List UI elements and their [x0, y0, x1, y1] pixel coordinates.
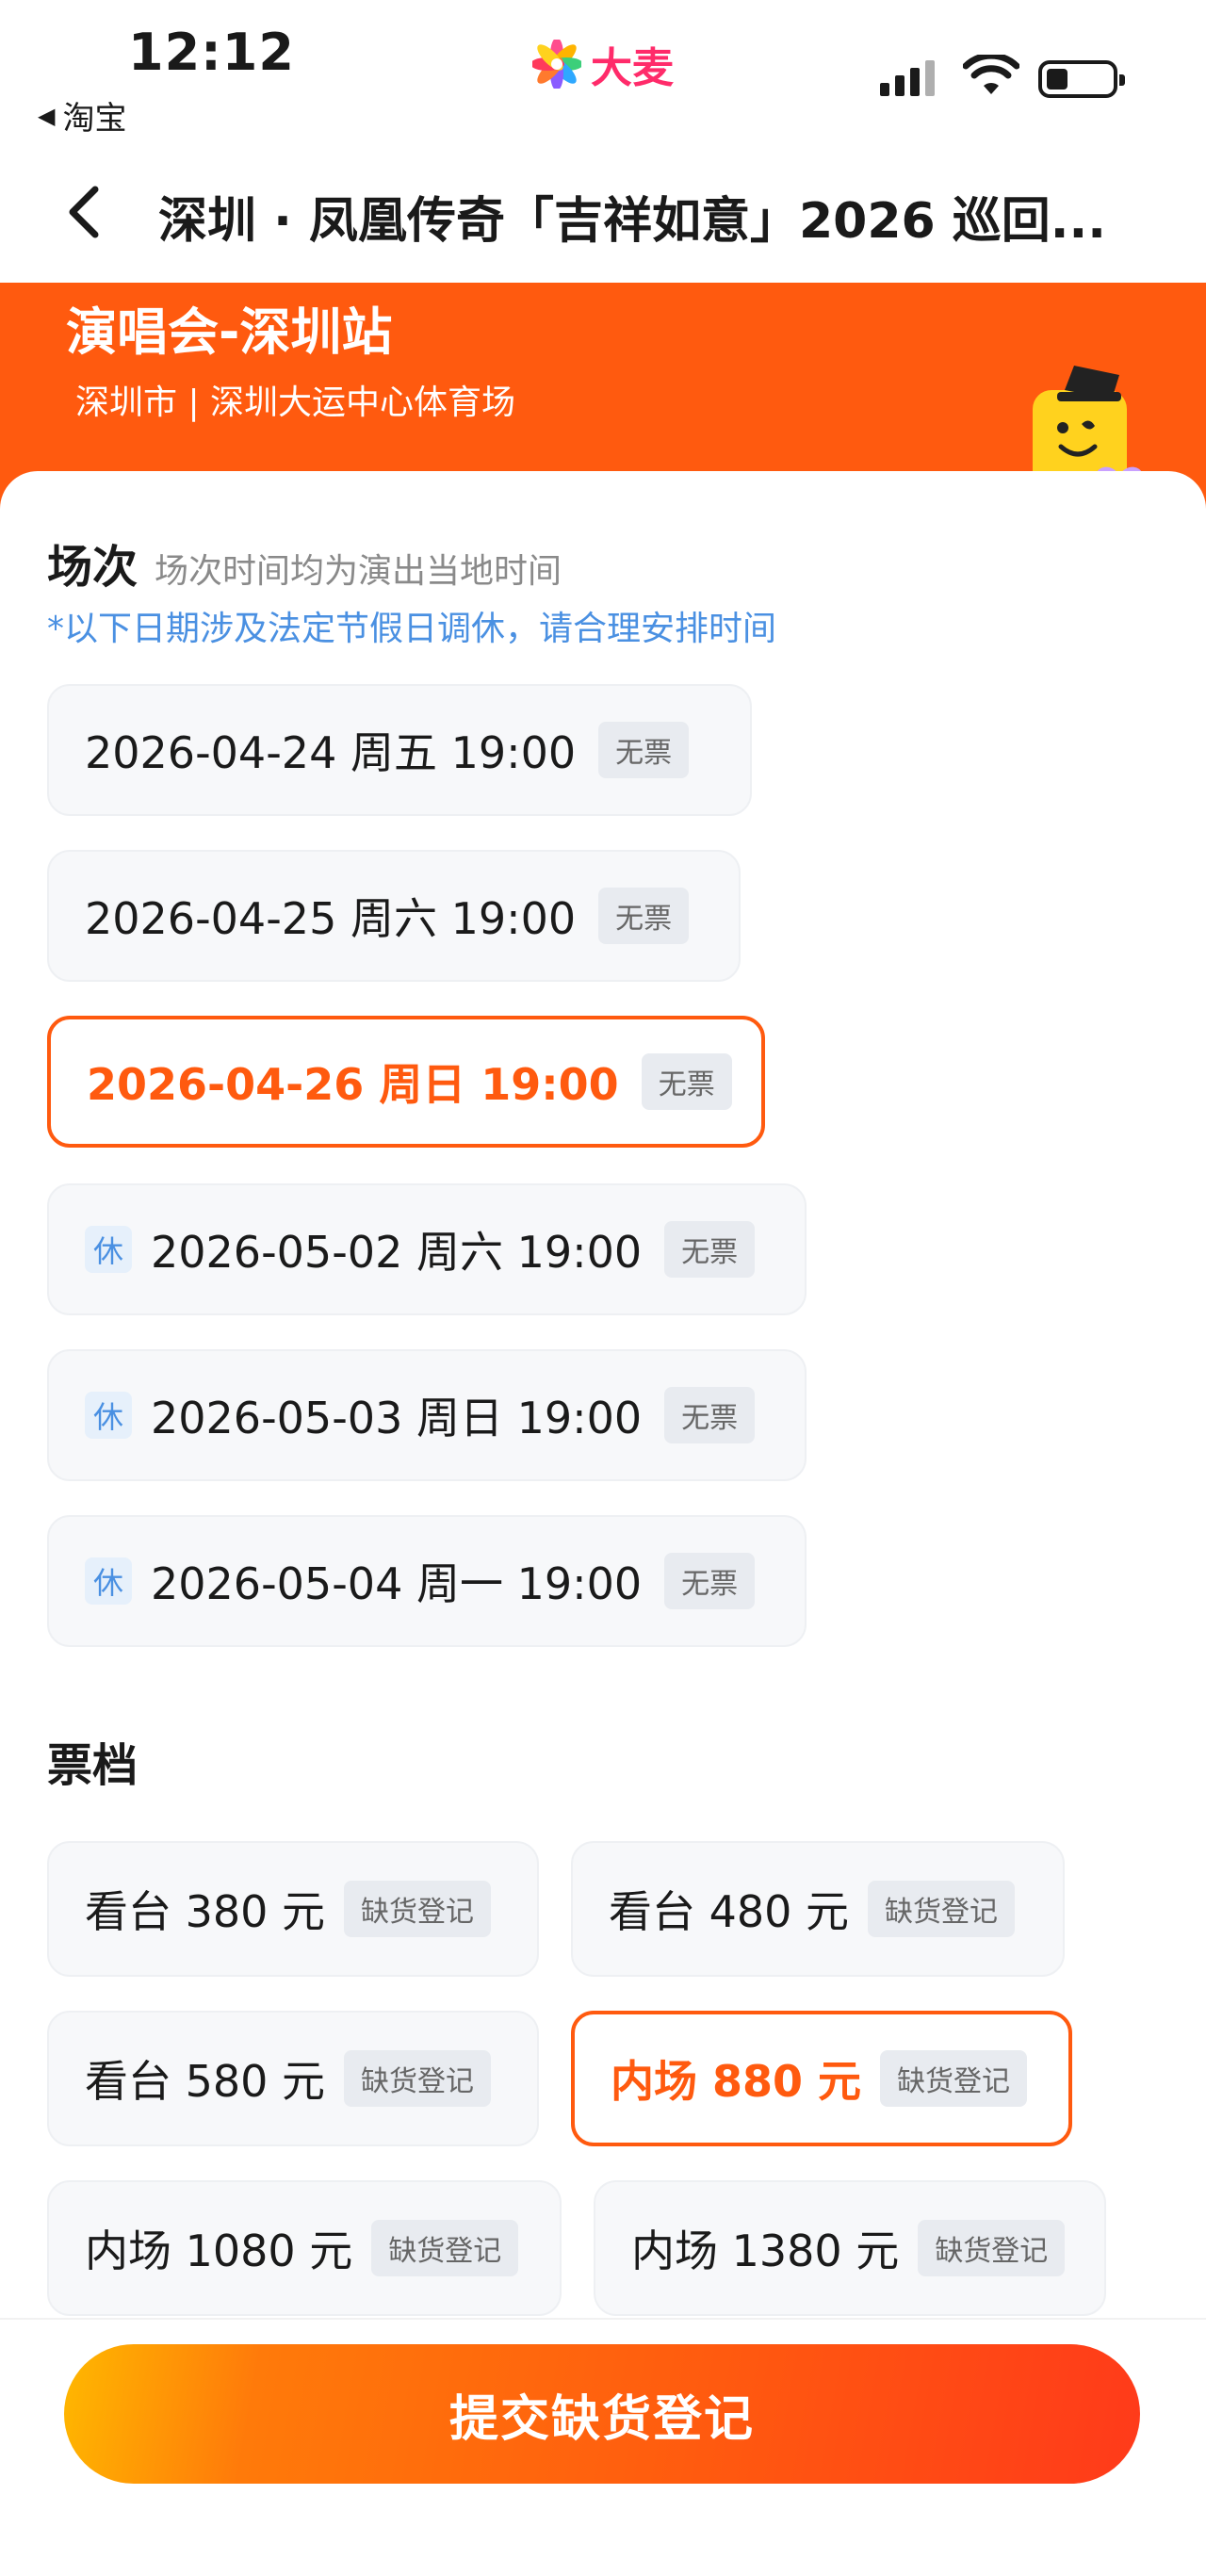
back-button[interactable]	[60, 179, 107, 245]
nav-bar: 深圳 · 凤凰传奇「吉祥如意」2026 巡回...	[0, 141, 1206, 283]
tier-label: 看台 580 元	[85, 2056, 326, 2107]
tier-option[interactable]: 内场 1380 元 缺货登记	[594, 2180, 1106, 2316]
waitlist-badge: 缺货登记	[880, 2050, 1028, 2107]
session-label: 2026-04-26 周日 19:00	[87, 1059, 619, 1110]
flower-logo-icon	[532, 40, 581, 89]
selection-sheet: 场次 场次时间均为演出当地时间 *以下日期涉及法定节假日调休，请合理安排时间 2…	[0, 471, 1206, 2318]
holiday-note: *以下日期涉及法定节假日调休，请合理安排时间	[47, 610, 777, 648]
session-option[interactable]: 2026-04-24 周五 19:00 无票	[47, 684, 752, 816]
page-title: 深圳 · 凤凰传奇「吉祥如意」2026 巡回...	[158, 193, 1107, 250]
status-badge: 无票	[664, 1221, 756, 1278]
status-badge: 无票	[664, 1553, 756, 1609]
status-badge: 无票	[664, 1387, 756, 1443]
tier-label: 内场 1080 元	[85, 2225, 353, 2276]
waitlist-badge: 缺货登记	[344, 1881, 492, 1937]
holiday-tag: 休	[85, 1392, 132, 1439]
logo-text: 大麦	[591, 44, 674, 92]
waitlist-badge: 缺货登记	[344, 2050, 492, 2107]
tier-option[interactable]: 看台 480 元 缺货登记	[571, 1841, 1065, 1977]
session-option[interactable]: 休 2026-05-02 周六 19:00 无票	[47, 1183, 807, 1315]
battery-icon	[1038, 60, 1125, 98]
session-label: 2026-04-25 周六 19:00	[85, 893, 577, 944]
tier-option[interactable]: 看台 380 元 缺货登记	[47, 1841, 539, 1977]
tier-label: 看台 480 元	[609, 1886, 850, 1937]
session-label: 2026-04-24 周五 19:00	[85, 727, 577, 778]
submit-waitlist-button[interactable]: 提交缺货登记	[64, 2344, 1140, 2484]
tier-option[interactable]: 内场 1080 元 缺货登记	[47, 2180, 562, 2316]
tier-label: 内场 1380 元	[631, 2225, 900, 2276]
status-bar: 12:12 ◀ 淘宝 大麦	[0, 0, 1206, 141]
holiday-tag: 休	[85, 1226, 132, 1273]
back-triangle-icon: ◀	[38, 102, 56, 129]
tiers-title: 票档	[47, 1739, 139, 1792]
session-label: 2026-05-04 周一 19:00	[151, 1558, 643, 1609]
tiers-header: 票档	[47, 1728, 138, 1794]
back-to-app-link[interactable]: ◀ 淘宝	[38, 92, 126, 139]
status-badge: 无票	[598, 888, 690, 944]
back-app-label: 淘宝	[62, 100, 127, 138]
sessions-note: 场次时间均为演出当地时间	[155, 552, 562, 591]
event-title: 演唱会-深圳站	[66, 302, 393, 362]
status-badge: 无票	[598, 722, 690, 778]
tier-label: 内场 880 元	[611, 2056, 862, 2107]
sessions-title: 场次	[47, 541, 139, 594]
session-option[interactable]: 休 2026-05-03 周日 19:00 无票	[47, 1349, 807, 1481]
session-option[interactable]: 2026-04-25 周六 19:00 无票	[47, 850, 741, 982]
event-venue: 深圳市 | 深圳大运中心体育场	[75, 383, 516, 422]
status-badge: 无票	[641, 1053, 732, 1110]
sessions-header: 场次 场次时间均为演出当地时间	[47, 530, 562, 595]
wifi-icon	[963, 55, 1019, 94]
tier-option-selected[interactable]: 内场 880 元 缺货登记	[571, 2011, 1072, 2146]
waitlist-badge: 缺货登记	[371, 2220, 519, 2276]
app-logo: 大麦	[532, 34, 674, 94]
tier-option[interactable]: 看台 580 元 缺货登记	[47, 2011, 539, 2146]
tier-label: 看台 380 元	[85, 1886, 326, 1937]
chevron-left-icon	[69, 186, 99, 238]
cellular-signal-icon	[880, 57, 935, 96]
session-option[interactable]: 休 2026-05-04 周一 19:00 无票	[47, 1515, 807, 1647]
waitlist-badge: 缺货登记	[868, 1881, 1016, 1937]
session-label: 2026-05-02 周六 19:00	[151, 1227, 643, 1278]
bottom-action-bar: 提交缺货登记	[0, 2318, 1206, 2576]
waitlist-badge: 缺货登记	[918, 2220, 1066, 2276]
session-option-selected[interactable]: 2026-04-26 周日 19:00 无票	[47, 1016, 765, 1148]
holiday-tag: 休	[85, 1557, 132, 1605]
session-label: 2026-05-03 周日 19:00	[151, 1393, 643, 1443]
clock: 12:12	[128, 23, 295, 82]
